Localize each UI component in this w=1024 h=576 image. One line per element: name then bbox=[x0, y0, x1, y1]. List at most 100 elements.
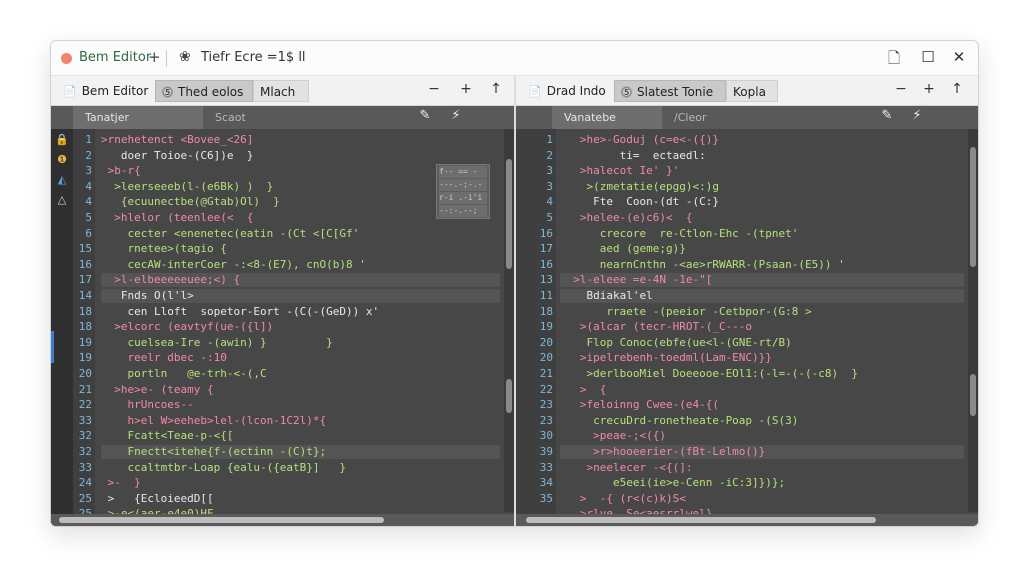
tab-mlach[interactable]: Mlach bbox=[253, 80, 309, 102]
code-line[interactable]: >peae-;<({) bbox=[560, 429, 964, 443]
code-line[interactable]: crecuDrd-ronetheate-Poap -(S(3) bbox=[560, 414, 964, 428]
code-line[interactable]: >he>-Goduj (c=e<-({)} bbox=[560, 133, 964, 147]
code-line[interactable]: cecter <enenetec(eatin -(Ct <[C[Gf' bbox=[101, 227, 500, 241]
close-icon[interactable]: ✕ bbox=[948, 48, 970, 66]
code-line[interactable]: rraete -(peeior -Cetbpor-(G:8 > bbox=[560, 305, 964, 319]
source-control-icon[interactable]: ◭ bbox=[55, 173, 69, 186]
link-icon[interactable]: ❀ bbox=[179, 49, 191, 65]
code-line[interactable]: > {EcloieedD[[ bbox=[101, 492, 500, 506]
vertical-scrollbar[interactable] bbox=[968, 129, 978, 512]
code-line[interactable]: >elcorc (eavtyf(ue-({l]) bbox=[101, 320, 500, 334]
scroll-thumb-secondary[interactable] bbox=[970, 374, 976, 416]
code-line[interactable]: >halecot Ie' }' bbox=[560, 164, 964, 178]
code-text: >he>e- (teamy { bbox=[101, 382, 214, 396]
code-line[interactable]: >feloinng Cwee-(e4-{( bbox=[560, 398, 964, 412]
scroll-thumb[interactable] bbox=[970, 147, 976, 267]
minimap[interactable]: f-- == -i;) ---.-;-.- r-i .-i'i --:-.--; bbox=[436, 164, 490, 219]
subtab-vanatebe[interactable]: Vanatebe bbox=[552, 106, 662, 129]
line-number: 14 bbox=[78, 289, 92, 302]
code-line[interactable]: portln @e-trh-<-(,C bbox=[101, 367, 500, 381]
code-line[interactable]: hrUncoes-- bbox=[101, 398, 500, 412]
arrow-up-icon[interactable]: ↑ bbox=[487, 81, 505, 97]
code-line[interactable]: >l-elbeeeeeuee;<) { bbox=[101, 273, 500, 287]
code-line[interactable]: >neelecer -<{(]: bbox=[560, 461, 964, 475]
code-line[interactable]: aed (geme;g)} bbox=[560, 242, 964, 256]
tab-label: Bem Editor bbox=[81, 84, 149, 98]
code-line[interactable]: >he>e- (teamy { bbox=[101, 383, 500, 397]
minimize-pane-button[interactable]: − bbox=[892, 81, 910, 97]
code-editor[interactable]: >he>-Goduj (c=e<-({)} ti= ectaedl: >hale… bbox=[560, 129, 964, 526]
scroll-thumb-secondary[interactable] bbox=[506, 379, 512, 413]
code-line[interactable]: ti= ectaedl: bbox=[560, 149, 964, 163]
scroll-thumb[interactable] bbox=[506, 159, 512, 269]
tab-slatest-tonie[interactable]: ⓹ Slatest Tonie bbox=[614, 80, 726, 102]
code-line[interactable]: >helee-(e)c6)< { bbox=[560, 211, 964, 225]
code-line[interactable]: cecAW-interCoer -:<8-(E7), cnO(b)8 ' bbox=[101, 258, 500, 272]
code-line[interactable]: rnetee>(tagio { bbox=[101, 242, 500, 256]
horizontal-scrollbar[interactable] bbox=[516, 514, 978, 526]
code-line[interactable]: Fnds O(l'l> bbox=[101, 289, 500, 303]
edit-icon[interactable]: ✎ bbox=[416, 108, 434, 123]
edit-icon[interactable]: ✎ bbox=[878, 108, 896, 123]
code-text: >derlbooMiel Doeeooe-EOl1:(-l=-(-(-c8) } bbox=[560, 367, 859, 380]
code-line[interactable]: >l-eleee =e-4N -1e-"[ bbox=[560, 273, 964, 287]
lightning-icon[interactable]: ⚡ bbox=[447, 108, 465, 123]
line-number: 18 bbox=[539, 304, 553, 318]
subtab-cleor[interactable]: /Cleor bbox=[662, 106, 718, 129]
code-line[interactable]: reelr dbec -:10 bbox=[101, 351, 500, 365]
lock-icon[interactable]: 🔒 bbox=[55, 133, 69, 146]
code-text: portln @e-trh-<-(,C bbox=[101, 367, 267, 380]
alert-icon[interactable]: △ bbox=[55, 193, 69, 206]
tab-bem-editor[interactable]: 📄 Bem Editor bbox=[57, 80, 157, 102]
code-line[interactable]: Flop Conoc(ebfe(ue<l-(GNE-rt/B) bbox=[560, 336, 964, 350]
code-line[interactable]: crecore re-Ctlon-Ehc -(tpnet' bbox=[560, 227, 964, 241]
code-line[interactable]: > { bbox=[560, 383, 964, 397]
code-line[interactable]: >r>hooeerier-(fBt-Lelmo()} bbox=[560, 445, 964, 459]
vertical-scrollbar[interactable] bbox=[504, 129, 514, 512]
maximize-icon[interactable]: ☐ bbox=[917, 48, 939, 66]
arrow-up-icon[interactable]: ↑ bbox=[948, 81, 966, 97]
add-pane-button[interactable]: + bbox=[920, 81, 938, 97]
code-line[interactable]: Bdiakal'el bbox=[560, 289, 964, 303]
source-control-glyph: ◭ bbox=[57, 173, 67, 186]
subtab-scaot[interactable]: Scaot bbox=[203, 106, 258, 129]
code-text: doer Toioe-(C6])e } bbox=[101, 148, 254, 162]
warning-badge-icon[interactable]: ❶ bbox=[55, 153, 69, 166]
code-text: >(zmetatie(epgg)<:)g bbox=[560, 179, 719, 193]
lightning-icon[interactable]: ⚡ bbox=[908, 108, 926, 123]
code-line[interactable]: Fte Coon-(dt -(C:} bbox=[560, 195, 964, 209]
horizontal-scroll-thumb[interactable] bbox=[59, 517, 384, 523]
line-number-gutter: 1 2 3 4 4 5 6 15 16 17 14 18 18 19 19 20 21 22 33 32 32 33 24 2… bbox=[73, 129, 95, 526]
horizontal-scroll-thumb[interactable] bbox=[526, 517, 876, 523]
horizontal-scrollbar[interactable] bbox=[51, 514, 514, 526]
code-line[interactable]: Fcatt<Teae-p-<{[ bbox=[101, 429, 500, 443]
code-line[interactable]: Fnectt<itehe{f-(ectinn -(C)t}; bbox=[101, 445, 500, 459]
code-line[interactable]: > -{ (r<(c)k)S< bbox=[560, 492, 964, 506]
code-line[interactable]: >(alcar (tecr-HROT-(_C---o bbox=[560, 320, 964, 334]
code-line[interactable]: cen Lloft sopetor-Eort -(C(-(GeD)) x' bbox=[101, 305, 500, 319]
page-icon[interactable]: 🗋 bbox=[883, 48, 905, 73]
code-line[interactable]: h>el W>eeheb>lel-(lcon-1C2l)*{ bbox=[101, 414, 500, 428]
line-number: 3 bbox=[85, 164, 92, 178]
subtab-tanatjer[interactable]: Tanatjer bbox=[73, 106, 203, 129]
code-line[interactable]: e5eei(ie>e-Cenn -iC:3]})}; bbox=[560, 476, 964, 490]
code-line[interactable]: ccaltmtbr-Loap {ealu-({eatB}] } bbox=[101, 461, 500, 475]
line-number: 17 bbox=[78, 273, 92, 287]
code-line[interactable]: >- } bbox=[101, 476, 500, 490]
code-line[interactable]: cuelsea-Ire -(awin) } } bbox=[101, 336, 500, 350]
tab-thed-eolos[interactable]: ⓹ Thed eolos bbox=[155, 80, 253, 102]
tab-kopla[interactable]: Kopla bbox=[726, 80, 778, 102]
line-number: 5 bbox=[85, 211, 92, 224]
tab-drad-indo[interactable]: 📄 Drad Indo bbox=[522, 80, 614, 102]
line-number: 4 bbox=[85, 179, 92, 193]
code-line[interactable]: >derlbooMiel Doeeooe-EOl1:(-l=-(-(-c8) } bbox=[560, 367, 964, 381]
code-line[interactable]: >(zmetatie(epgg)<:)g bbox=[560, 180, 964, 194]
minimize-pane-button[interactable]: − bbox=[425, 81, 443, 97]
new-tab-button[interactable]: + bbox=[148, 48, 161, 66]
code-line[interactable]: >ipelrebenh-toedml(Lam-ENC)}} bbox=[560, 351, 964, 365]
code-line[interactable]: doer Toioe-(C6])e } bbox=[101, 149, 500, 163]
code-line[interactable]: >rnehetenct <Bovee_<26] bbox=[101, 133, 500, 147]
line-number: 2 bbox=[546, 148, 553, 162]
add-pane-button[interactable]: + bbox=[457, 81, 475, 97]
code-line[interactable]: nearnCnthn -<ae>rRWARR-(Psaan-(E5)) ' bbox=[560, 258, 964, 272]
